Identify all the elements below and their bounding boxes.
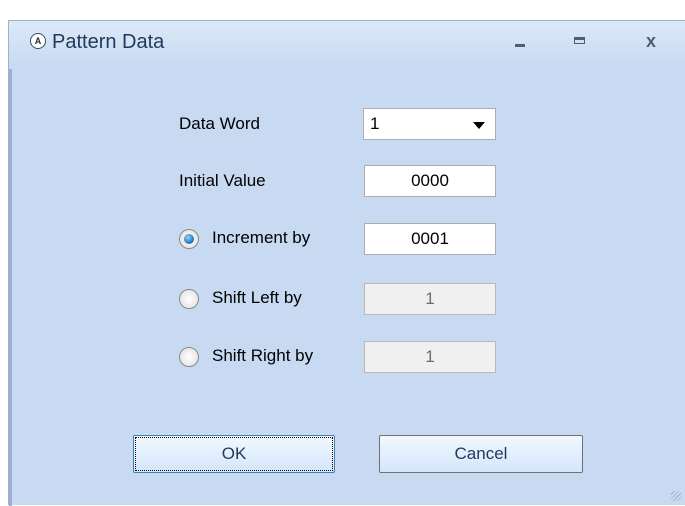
cancel-button[interactable]: Cancel [379, 435, 583, 473]
increment-by-field[interactable]: 0001 [364, 223, 496, 255]
data-word-dropdown[interactable]: 1 [363, 108, 496, 140]
resize-grip-icon[interactable] [671, 491, 681, 501]
shift-left-by-field: 1 [364, 283, 496, 315]
data-word-value: 1 [370, 114, 380, 133]
shift-right-by-field: 1 [364, 341, 496, 373]
chevron-down-icon[interactable] [473, 122, 485, 129]
data-word-label: Data Word [179, 114, 260, 133]
maximize-icon [573, 37, 585, 44]
pattern-data-dialog: A Pattern Data x Data Word 1 Initial Val… [8, 20, 685, 506]
shift-left-by-label[interactable]: Shift Left by [212, 288, 302, 308]
increment-by-radio[interactable] [179, 229, 199, 249]
shift-left-by-radio[interactable] [179, 289, 199, 309]
window-border [9, 69, 12, 506]
initial-value-label: Initial Value [179, 171, 266, 190]
increment-by-label[interactable]: Increment by [212, 228, 310, 248]
minimize-button[interactable] [506, 27, 534, 55]
title-bar[interactable]: A Pattern Data x [9, 21, 685, 69]
shift-right-by-label[interactable]: Shift Right by [212, 346, 313, 366]
window-title: Pattern Data [52, 31, 165, 53]
shift-right-by-radio[interactable] [179, 347, 199, 367]
ok-button[interactable]: OK [133, 435, 335, 473]
minimize-icon [515, 44, 525, 47]
maximize-button[interactable] [565, 27, 593, 55]
close-button[interactable]: x [637, 27, 665, 55]
initial-value-field[interactable]: 0000 [364, 165, 496, 197]
app-icon: A [30, 33, 46, 49]
